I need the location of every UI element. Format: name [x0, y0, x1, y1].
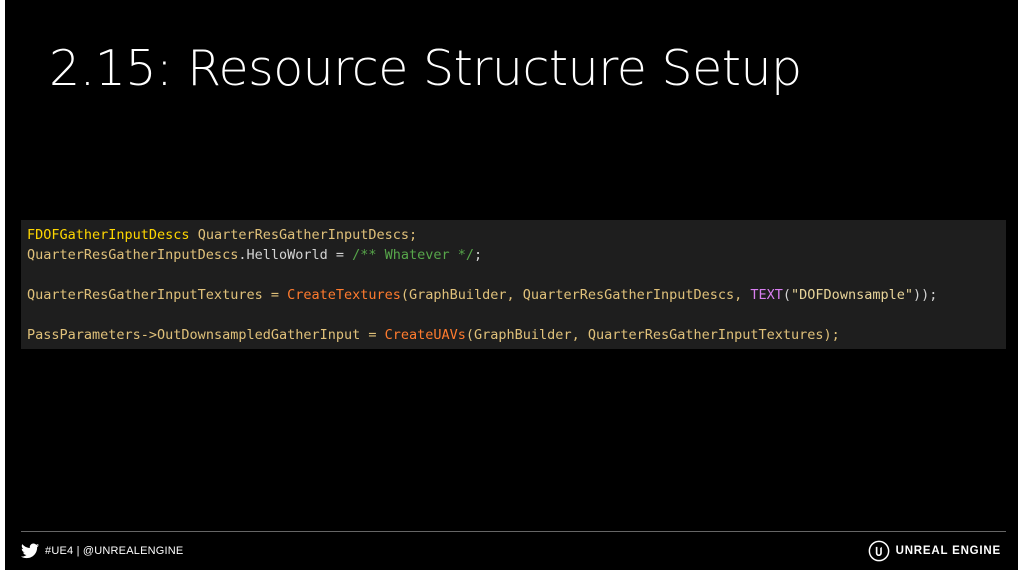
- footer-brand: UNREAL ENGINE: [868, 540, 1001, 562]
- footer-handle: #UE4 | @UNREALENGINE: [45, 545, 184, 557]
- code-text: ));: [912, 287, 938, 303]
- code-comment: /** Whatever */: [352, 247, 475, 263]
- code-text: (GraphBuilder, QuarterResGatherInputDesc…: [400, 287, 751, 303]
- code-macro: TEXT: [750, 287, 783, 303]
- code-text: ;: [474, 247, 483, 263]
- brand-name: UNREAL ENGINE: [895, 545, 1001, 557]
- code-line-2: QuarterResGatherInputDescs.HelloWorld = …: [27, 245, 482, 265]
- unreal-engine-logo: [868, 540, 889, 562]
- slide-title: 2.15: Resource Structure Setup: [49, 40, 802, 97]
- code-line-1: FDOFGatherInputDescs QuarterResGatherInp…: [27, 225, 417, 245]
- twitter-icon: [21, 543, 39, 559]
- code-function: CreateTextures: [287, 287, 401, 303]
- code-function: CreateUAVs: [384, 327, 466, 343]
- footer-divider: [21, 531, 1006, 532]
- code-text: (GraphBuilder, QuarterResGatherInputText…: [465, 327, 840, 343]
- code-block: FDOFGatherInputDescs QuarterResGatherInp…: [21, 220, 1006, 349]
- code-identifier: OutDownsampledGatherInput =: [157, 327, 385, 343]
- code-identifier: QuarterResGatherInputTextures =: [27, 287, 288, 303]
- code-line-4: PassParameters->OutDownsampledGatherInpu…: [27, 325, 840, 345]
- code-identifier: PassParameters->: [27, 327, 158, 343]
- code-text: QuarterResGatherInputDescs;: [189, 227, 418, 243]
- code-string: "DOFDownsample": [791, 287, 913, 303]
- code-text: (: [782, 287, 792, 303]
- footer-social: #UE4 | @UNREALENGINE: [21, 541, 183, 561]
- code-type-name: FDOFGatherInputDescs: [27, 227, 190, 243]
- code-text: .HelloWorld =: [238, 247, 353, 263]
- slide: 2.15: Resource Structure Setup FDOFGathe…: [5, 0, 1018, 570]
- code-line-3: QuarterResGatherInputTextures = CreateTe…: [27, 285, 937, 305]
- code-identifier: QuarterResGatherInputDescs: [27, 247, 239, 263]
